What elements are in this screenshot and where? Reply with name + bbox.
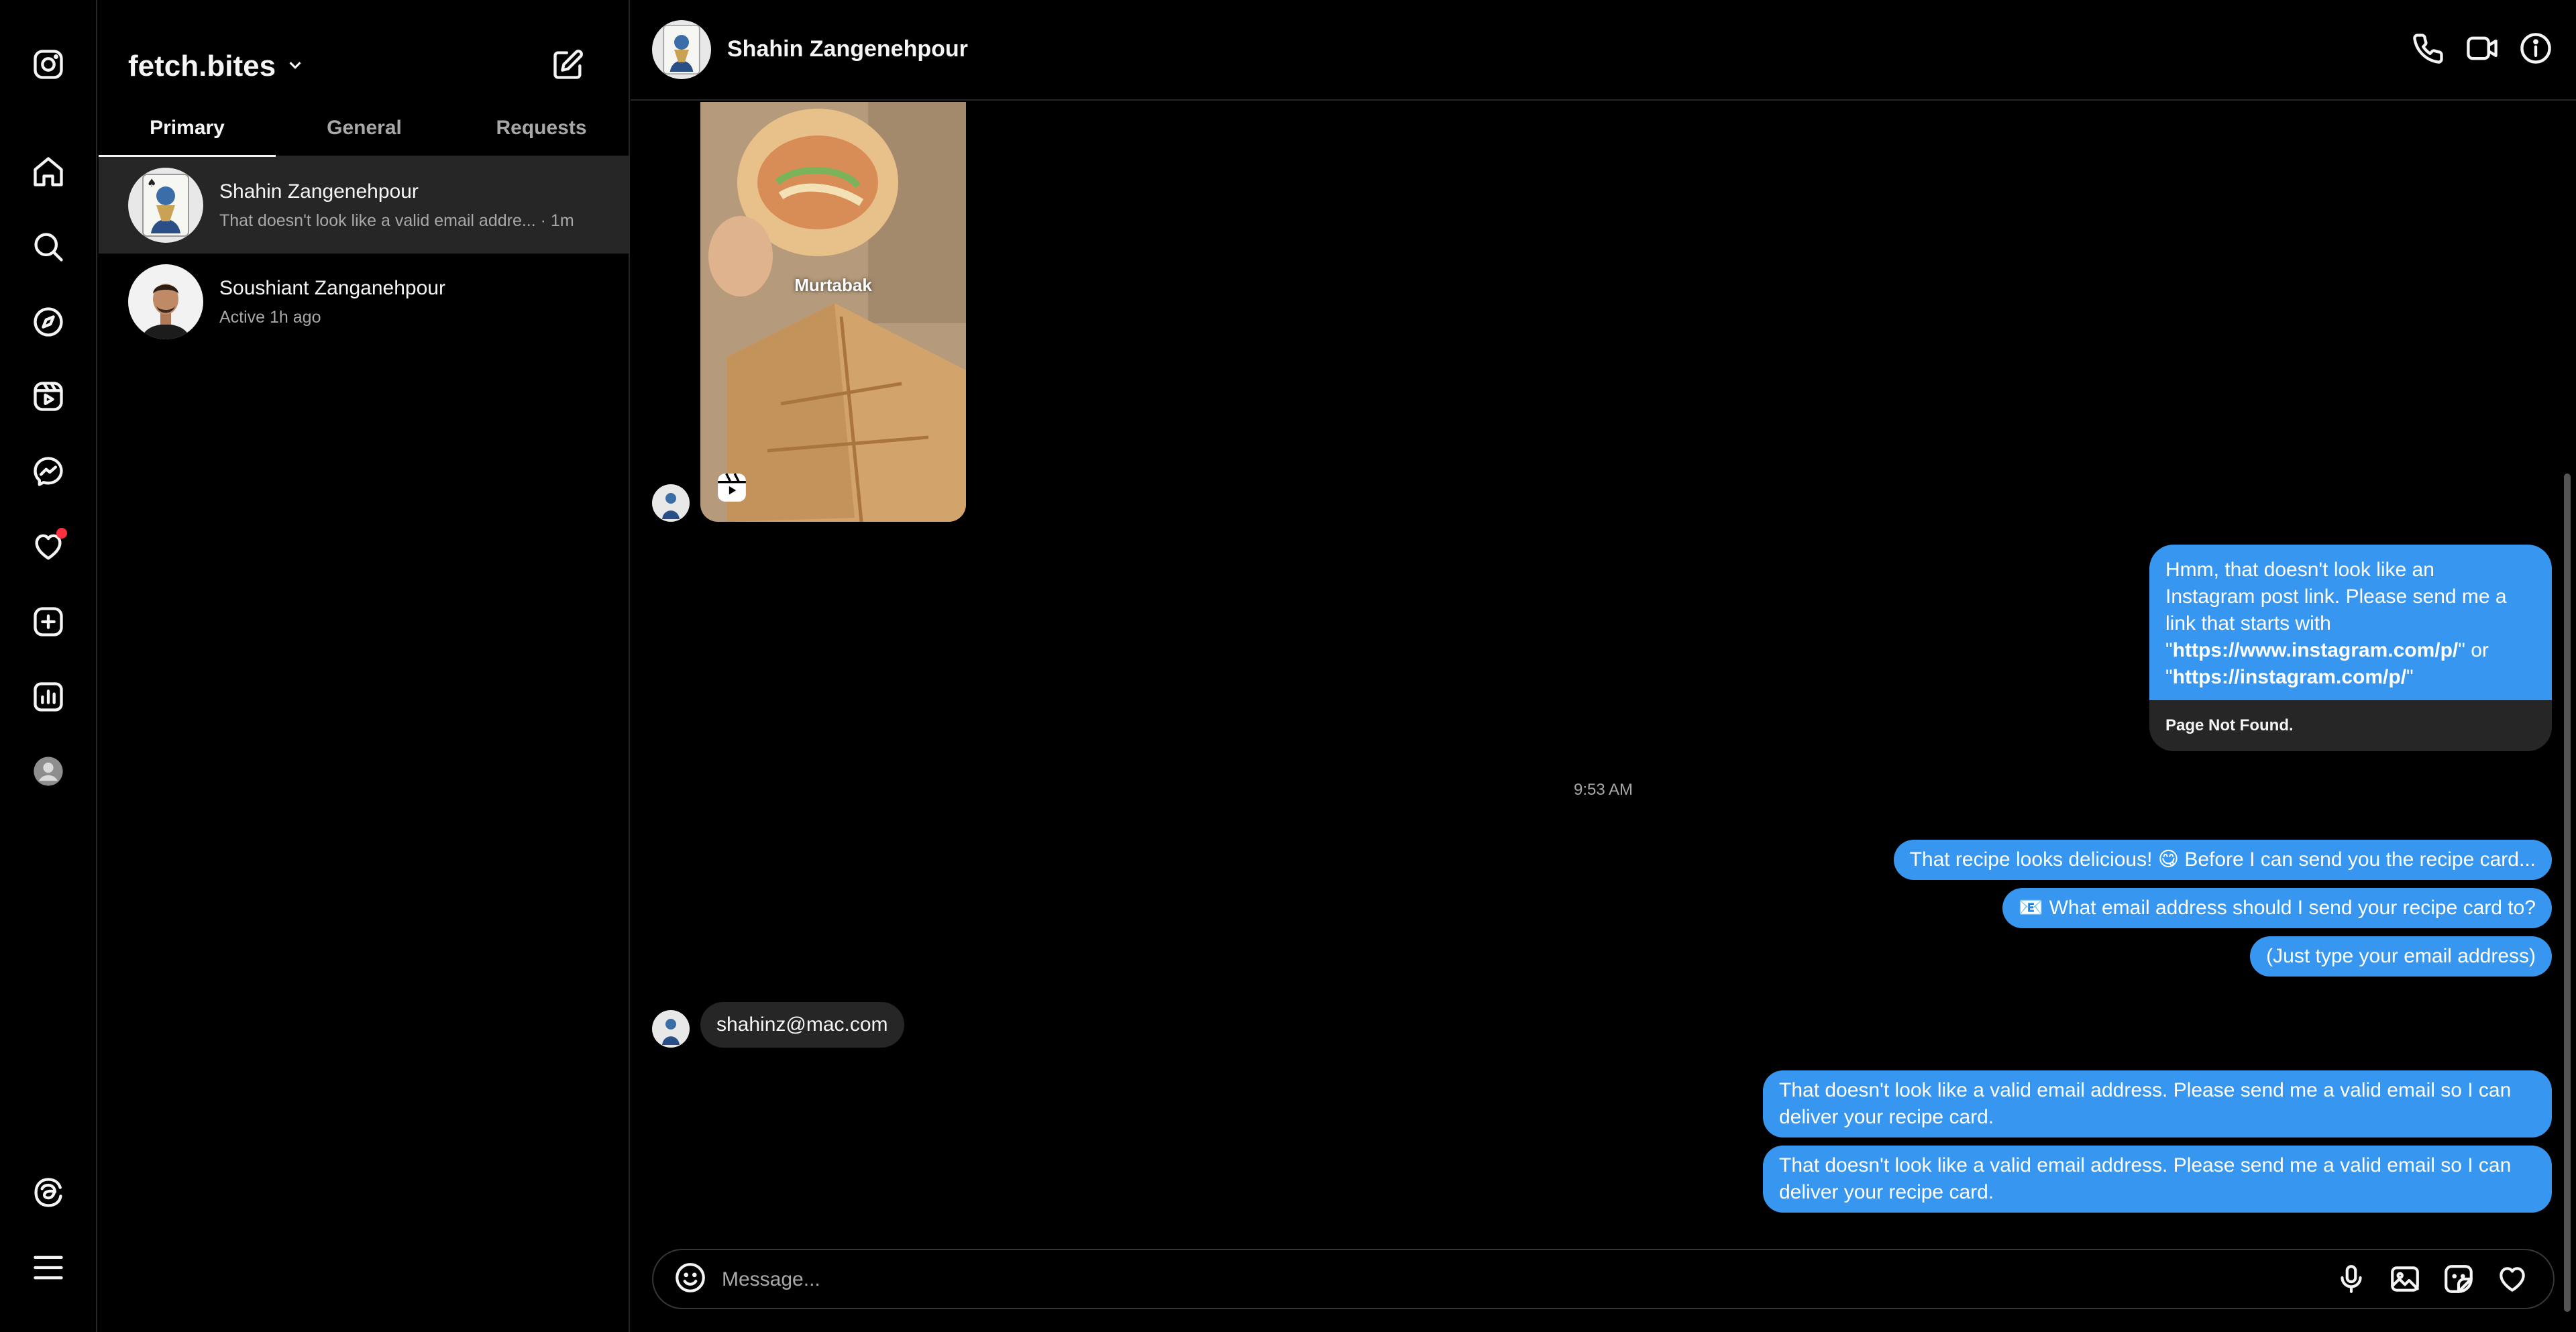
chat-header: Shahin Zangenehpour <box>631 0 2576 101</box>
left-navigation-rail <box>0 0 97 1332</box>
outgoing-message[interactable]: (Just type your email address) <box>2250 936 2552 977</box>
chat-contact-name[interactable]: Shahin Zangenehpour <box>727 36 968 62</box>
home-icon[interactable] <box>30 153 67 190</box>
message-input[interactable] <box>722 1264 2265 1296</box>
phone-icon[interactable] <box>2411 31 2449 68</box>
message-timestamp: 9:53 AM <box>1573 781 1633 799</box>
emoji-icon[interactable] <box>674 1261 711 1298</box>
outgoing-message[interactable]: 📧 What email address should I send your … <box>2002 888 2552 928</box>
heart-icon[interactable] <box>2496 1262 2530 1297</box>
outgoing-message[interactable]: That recipe looks delicious! 😋 Before I … <box>1893 840 2552 880</box>
chevron-down-icon <box>285 55 305 78</box>
message-text: Instagram post link. Please send me a <box>2165 586 2507 608</box>
link-error-message: Hmm, that doesn't look like an Instagram… <box>2149 545 2552 700</box>
reels-icon <box>715 471 749 504</box>
explore-icon[interactable] <box>30 303 67 341</box>
link-preview-title: Page Not Found. <box>2149 700 2552 751</box>
scrollbar[interactable] <box>2564 474 2571 1312</box>
reel-caption: Murtabak <box>794 275 872 295</box>
profile-icon[interactable] <box>30 753 67 790</box>
incoming-message[interactable]: shahinz@mac.com <box>700 1002 904 1048</box>
dashboard-icon[interactable] <box>30 678 67 716</box>
microphone-icon[interactable] <box>2334 1262 2369 1297</box>
instagram-link[interactable]: https://instagram.com/p/ <box>2173 666 2406 688</box>
avatar[interactable] <box>652 20 711 79</box>
quote-mark: " <box>2165 666 2173 688</box>
inbox-tabs: Primary General Requests <box>99 107 630 157</box>
sticker-icon[interactable] <box>2442 1262 2477 1297</box>
message-text: deliver your recipe card. <box>1779 1181 1994 1203</box>
message-text: " or <box>2458 639 2489 661</box>
reel-thumbnail <box>700 102 966 522</box>
video-call-icon[interactable] <box>2465 31 2502 68</box>
info-icon[interactable] <box>2518 31 2556 68</box>
message-text: Hmm, that doesn't look like an <box>2165 559 2434 581</box>
notifications-icon[interactable] <box>30 528 67 565</box>
tab-primary[interactable]: Primary <box>99 107 276 157</box>
instagram-icon[interactable] <box>30 46 67 83</box>
new-message-button[interactable] <box>551 47 588 85</box>
tab-requests[interactable]: Requests <box>453 107 630 156</box>
messenger-icon[interactable] <box>30 453 67 490</box>
search-icon[interactable] <box>30 228 67 266</box>
threads-icon[interactable] <box>30 1174 67 1211</box>
message-text: That doesn't look like a valid email add… <box>1779 1154 2512 1176</box>
message-text: That doesn't look like a valid email add… <box>1779 1079 2512 1101</box>
account-name: fetch.bites <box>128 50 276 82</box>
link-error-card[interactable]: Hmm, that doesn't look like an Instagram… <box>2149 545 2552 751</box>
compose-icon <box>553 50 583 79</box>
menu-icon[interactable] <box>30 1249 67 1286</box>
avatar <box>128 264 203 339</box>
outgoing-message[interactable]: That doesn't look like a valid email add… <box>1763 1146 2552 1213</box>
thread-name: Soushiant Zanganehpour <box>219 276 445 299</box>
quote-mark: " <box>2165 639 2173 661</box>
conversation-list-panel: fetch.bites Primary General Requests ♠ S… <box>99 0 630 1332</box>
shared-reel[interactable]: Murtabak <box>700 102 966 522</box>
account-switcher[interactable]: fetch.bites <box>128 50 305 83</box>
outgoing-message[interactable]: That doesn't look like a valid email add… <box>1763 1070 2552 1137</box>
thread-name: Shahin Zangenehpour <box>219 180 419 203</box>
thread-preview: That doesn't look like a valid email add… <box>219 211 574 230</box>
thread-status: Active 1h ago <box>219 307 321 327</box>
notification-badge <box>56 528 67 539</box>
reels-icon[interactable] <box>30 378 67 415</box>
instagram-link[interactable]: https://www.instagram.com/p/ <box>2173 639 2459 661</box>
create-icon[interactable] <box>30 603 67 641</box>
message-text: deliver your recipe card. <box>1779 1106 1994 1128</box>
avatar: ♠ <box>128 168 203 243</box>
quote-mark: " <box>2406 666 2414 688</box>
message-thread: Murtabak Hmm, that doesn't look like an … <box>631 102 2576 1312</box>
image-icon[interactable] <box>2388 1262 2423 1297</box>
thread-item[interactable]: ♠ Shahin Zangenehpour That doesn't look … <box>99 157 629 254</box>
avatar <box>652 1010 690 1048</box>
thread-item[interactable]: Soushiant Zanganehpour Active 1h ago <box>99 254 629 350</box>
avatar <box>652 484 690 522</box>
message-composer <box>652 1249 2555 1309</box>
tab-general[interactable]: General <box>276 107 453 156</box>
svg-text:♠: ♠ <box>147 176 156 189</box>
message-text: link that starts with <box>2165 612 2331 634</box>
